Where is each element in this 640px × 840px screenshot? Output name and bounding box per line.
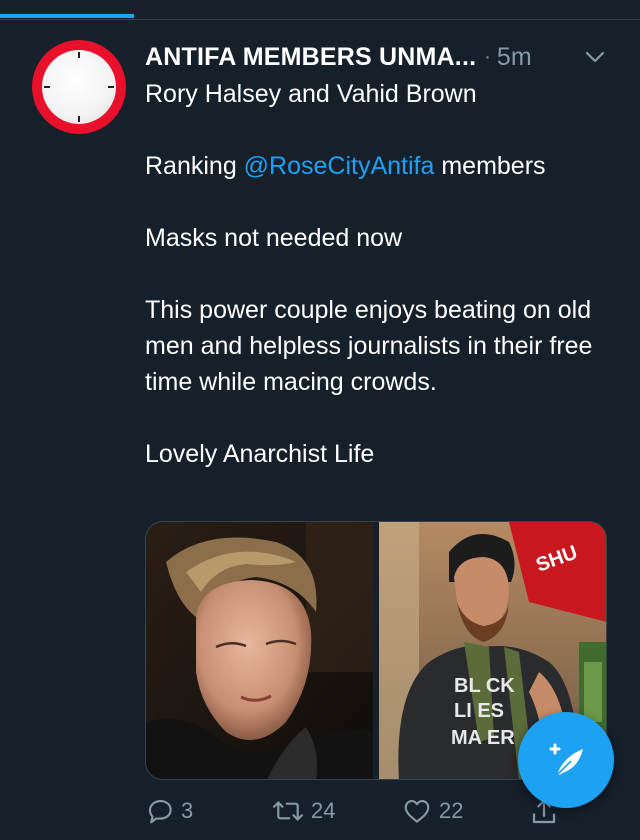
reply-button[interactable]: 3 xyxy=(145,796,193,826)
tweet-header: ANTIFA MEMBERS UNMA... · 5m xyxy=(145,40,620,74)
tweet-text: Rory Halsey and Vahid Brown Ranking @Ros… xyxy=(145,76,615,472)
retweet-icon xyxy=(272,801,304,821)
heart-icon xyxy=(404,799,430,823)
retweet-count: 24 xyxy=(311,798,336,823)
mention-link[interactable]: @RoseCityAntifa xyxy=(244,152,435,180)
tweet-line: Ranking @RoseCityAntifa members xyxy=(145,152,546,180)
like-count: 22 xyxy=(439,798,464,823)
author-name[interactable]: ANTIFA MEMBERS UNMA... xyxy=(145,43,476,72)
svg-text:LI ES: LI ES xyxy=(454,700,504,722)
like-button[interactable]: 22 xyxy=(401,796,463,826)
tweet-line: Rory Halsey and Vahid Brown xyxy=(145,80,477,108)
clock-face-icon xyxy=(42,50,116,124)
avatar[interactable] xyxy=(32,40,126,134)
loading-progress-bar xyxy=(0,14,135,18)
reply-icon xyxy=(148,799,172,824)
tweet-line: Masks not needed now xyxy=(145,224,403,252)
retweet-button[interactable]: 24 xyxy=(271,796,335,826)
photo-woman[interactable] xyxy=(146,522,373,779)
compose-feather-icon xyxy=(549,743,583,776)
tweet-line: Lovely Anarchist Life xyxy=(145,440,375,468)
tweet-timestamp[interactable]: 5m xyxy=(497,43,532,72)
tweet-paragraph: This power couple enjoys beating on old … xyxy=(145,296,593,396)
chevron-down-icon[interactable] xyxy=(584,46,606,68)
top-bar xyxy=(0,0,640,20)
svg-text:MA ER: MA ER xyxy=(451,727,515,749)
compose-tweet-button[interactable] xyxy=(518,712,614,808)
separator-dot: · xyxy=(484,45,491,68)
svg-text:BL CK: BL CK xyxy=(454,675,515,697)
reply-count: 3 xyxy=(181,798,194,823)
